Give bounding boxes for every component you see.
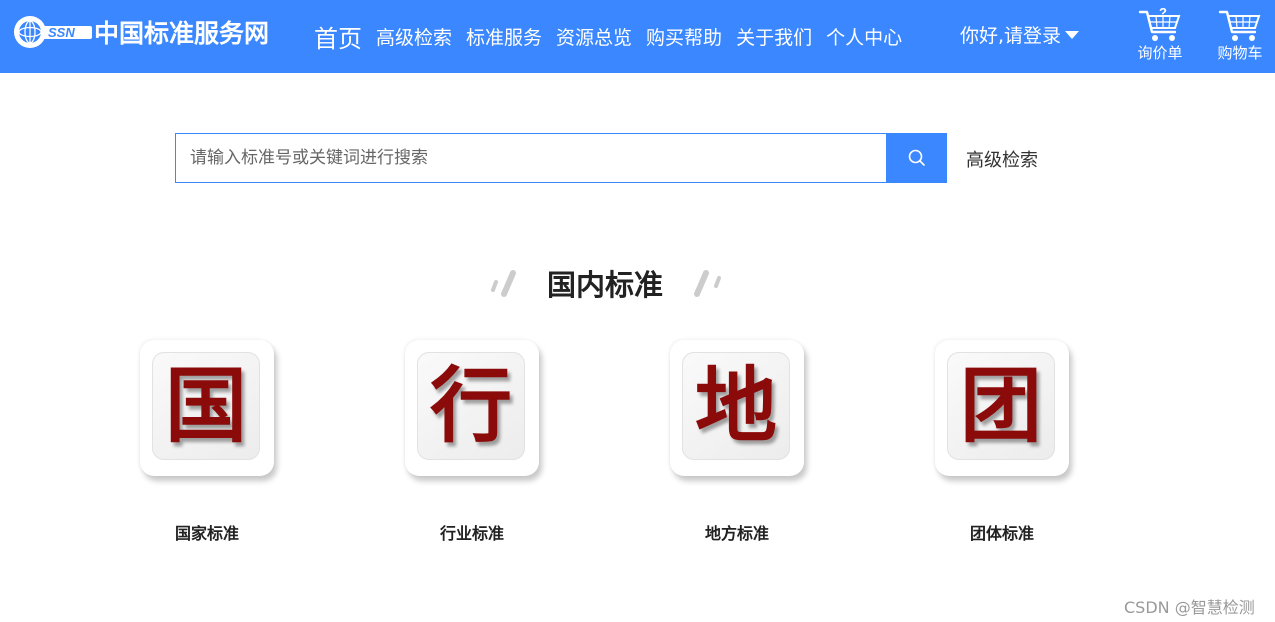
nav-about-us[interactable]: 关于我们	[736, 23, 812, 50]
login-label: 你好,请登录	[960, 25, 1062, 47]
category-card-group[interactable]: 团 团体标准	[935, 340, 1075, 543]
nav-standard-services[interactable]: 标准服务	[466, 23, 542, 50]
category-card-industry[interactable]: 行 行业标准	[405, 340, 545, 543]
nav-advanced-search[interactable]: 高级检索	[376, 23, 452, 50]
caret-down-icon	[1065, 30, 1080, 39]
watermark-text: CSDN @智慧检测	[1124, 598, 1255, 617]
category-tile-inner: 国	[152, 352, 260, 460]
main-nav: 首页 高级检索 标准服务 资源总览 购买帮助 关于我们 个人中心	[314, 0, 916, 73]
search-input[interactable]	[176, 134, 887, 182]
category-glyph: 团	[959, 358, 1042, 454]
top-header: SSN 中国标准服务网 首页 高级检索 标准服务 资源总览 购买帮助 关于我们 …	[0, 0, 1275, 73]
nav-home[interactable]: 首页	[314, 19, 362, 54]
category-label: 地方标准	[704, 524, 769, 543]
category-tile-inner: 行	[417, 352, 525, 460]
section-title: 国内标准	[546, 268, 663, 302]
category-card-national[interactable]: 国 国家标准	[140, 340, 280, 543]
category-card-local[interactable]: 地 地方标准	[670, 340, 810, 543]
search-box	[175, 133, 887, 183]
login-dropdown[interactable]: 你好,请登录	[960, 21, 1080, 48]
nav-resource-overview[interactable]: 资源总览	[556, 23, 632, 50]
category-tile: 团	[935, 340, 1069, 476]
logo-abbr: SSN	[48, 25, 75, 40]
category-tile-inner: 地	[682, 352, 790, 460]
cart-button[interactable]: 购物车	[1210, 6, 1270, 63]
globe-key-icon: SSN	[14, 16, 92, 48]
category-tile: 国	[140, 340, 274, 476]
category-tile: 行	[405, 340, 539, 476]
category-tile: 地	[670, 340, 804, 476]
cart-label: 购物车	[1217, 44, 1263, 62]
category-glyph: 行	[429, 358, 512, 454]
site-logo[interactable]: SSN 中国标准服务网	[12, 12, 269, 52]
category-glyph: 地	[694, 358, 777, 454]
inquiry-cart-icon: ?	[1138, 6, 1181, 41]
logo-text: 中国标准服务网	[94, 19, 270, 48]
title-slash-decoration-right	[694, 270, 721, 297]
advanced-search-link[interactable]: 高级检索	[966, 146, 1038, 172]
nav-purchase-help[interactable]: 购买帮助	[646, 23, 722, 50]
nav-personal-center[interactable]: 个人中心	[826, 23, 902, 50]
svg-text:?: ?	[1159, 6, 1167, 20]
category-tile-inner: 团	[947, 352, 1055, 460]
category-label: 团体标准	[969, 524, 1034, 543]
category-label: 国家标准	[174, 524, 239, 543]
search-icon	[908, 149, 925, 166]
search-button[interactable]	[886, 133, 947, 183]
shopping-cart-icon	[1218, 10, 1261, 41]
logo-mark: SSN	[12, 12, 92, 52]
category-label: 行业标准	[439, 524, 504, 543]
category-glyph: 国	[164, 358, 247, 454]
inquiry-button[interactable]: ? 询价单	[1130, 6, 1190, 63]
inquiry-label: 询价单	[1137, 44, 1183, 62]
